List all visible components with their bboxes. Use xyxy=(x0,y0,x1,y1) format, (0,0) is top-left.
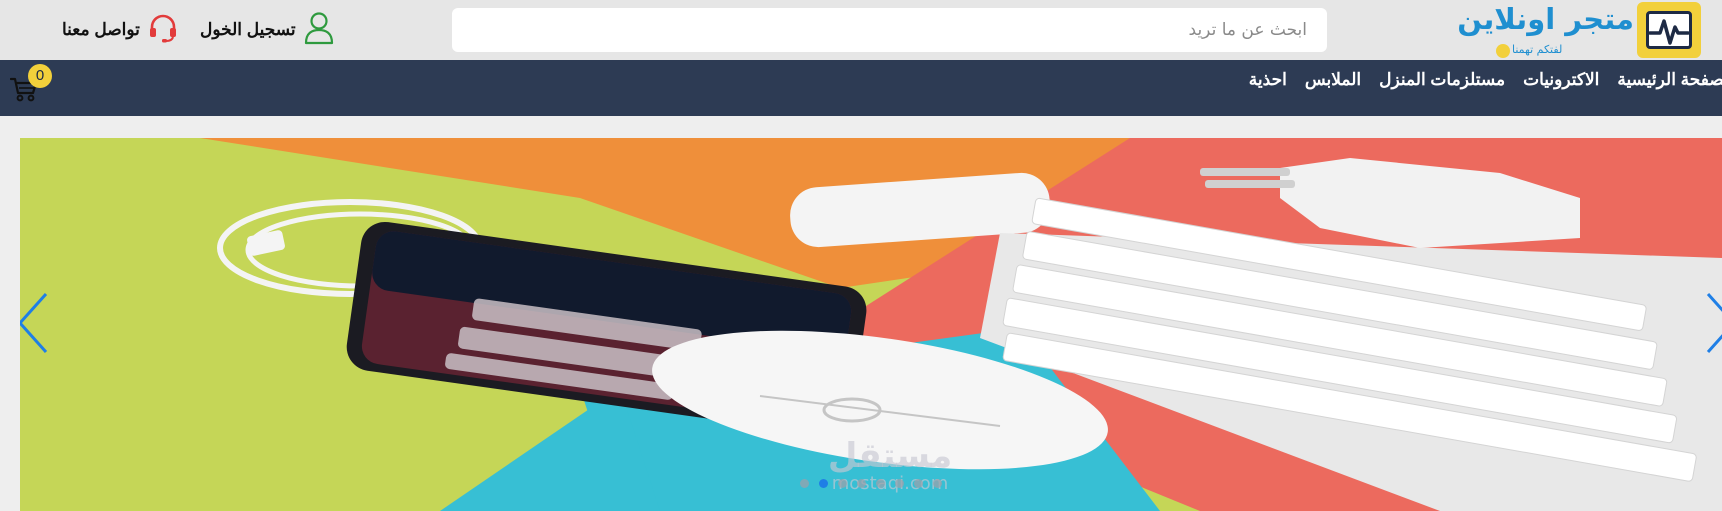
contact-label: تواصل معنا xyxy=(62,20,140,39)
brand-name: متجر اونلاين xyxy=(1457,2,1634,36)
cart-button[interactable]: 0 xyxy=(9,64,54,104)
logo-mark-icon xyxy=(1637,2,1701,58)
nav-item-shoes[interactable]: احذية xyxy=(1249,70,1287,90)
slider-prev-button[interactable] xyxy=(20,288,54,358)
slider-dot[interactable] xyxy=(876,479,885,488)
chevron-left-icon xyxy=(20,292,54,362)
nav-item-home[interactable]: الصفحة الرئيسية xyxy=(1617,70,1722,90)
login-button[interactable]: تسجيل الخول xyxy=(200,10,334,50)
slider-dot[interactable] xyxy=(838,479,847,488)
slider-dot[interactable] xyxy=(914,479,923,488)
brand-logo[interactable]: متجر اونلاين لفتكم تهمنا xyxy=(1452,0,1722,60)
login-label: تسجيل الخول xyxy=(200,20,296,39)
hero-slider: مستقل mostaqi.com xyxy=(20,138,1722,511)
nav-item-home-supplies[interactable]: مستلزمات المنزل xyxy=(1379,70,1505,90)
watermark-main: مستقل xyxy=(827,436,953,476)
nav-item-clothes[interactable]: الملابس xyxy=(1305,70,1361,90)
main-nav: الصفحة الرئيسية الاكترونيات مستلزمات الم… xyxy=(0,60,1722,116)
slider-dot[interactable] xyxy=(933,479,942,488)
slider-dots xyxy=(800,479,942,488)
nav-menu: الصفحة الرئيسية الاكترونيات مستلزمات الم… xyxy=(1249,60,1722,100)
search-input[interactable] xyxy=(452,8,1327,52)
chevron-right-icon xyxy=(1700,292,1722,362)
slider-dot[interactable] xyxy=(800,479,809,488)
headset-icon xyxy=(148,13,178,47)
slider-dot-active[interactable] xyxy=(819,479,828,488)
slider-dot[interactable] xyxy=(895,479,904,488)
slider-dot[interactable] xyxy=(857,479,866,488)
brand-dot xyxy=(1496,44,1510,58)
cart-count-badge: 0 xyxy=(28,64,52,88)
contact-button[interactable]: تواصل معنا xyxy=(62,10,178,50)
brand-tagline: لفتكم تهمنا xyxy=(1512,43,1563,56)
user-icon xyxy=(304,11,334,49)
nav-item-electronics[interactable]: الاكترونيات xyxy=(1523,70,1599,90)
top-header: متجر اونلاين لفتكم تهمنا تسجيل الخول توا… xyxy=(0,0,1722,60)
slider-next-button[interactable] xyxy=(1700,288,1722,358)
